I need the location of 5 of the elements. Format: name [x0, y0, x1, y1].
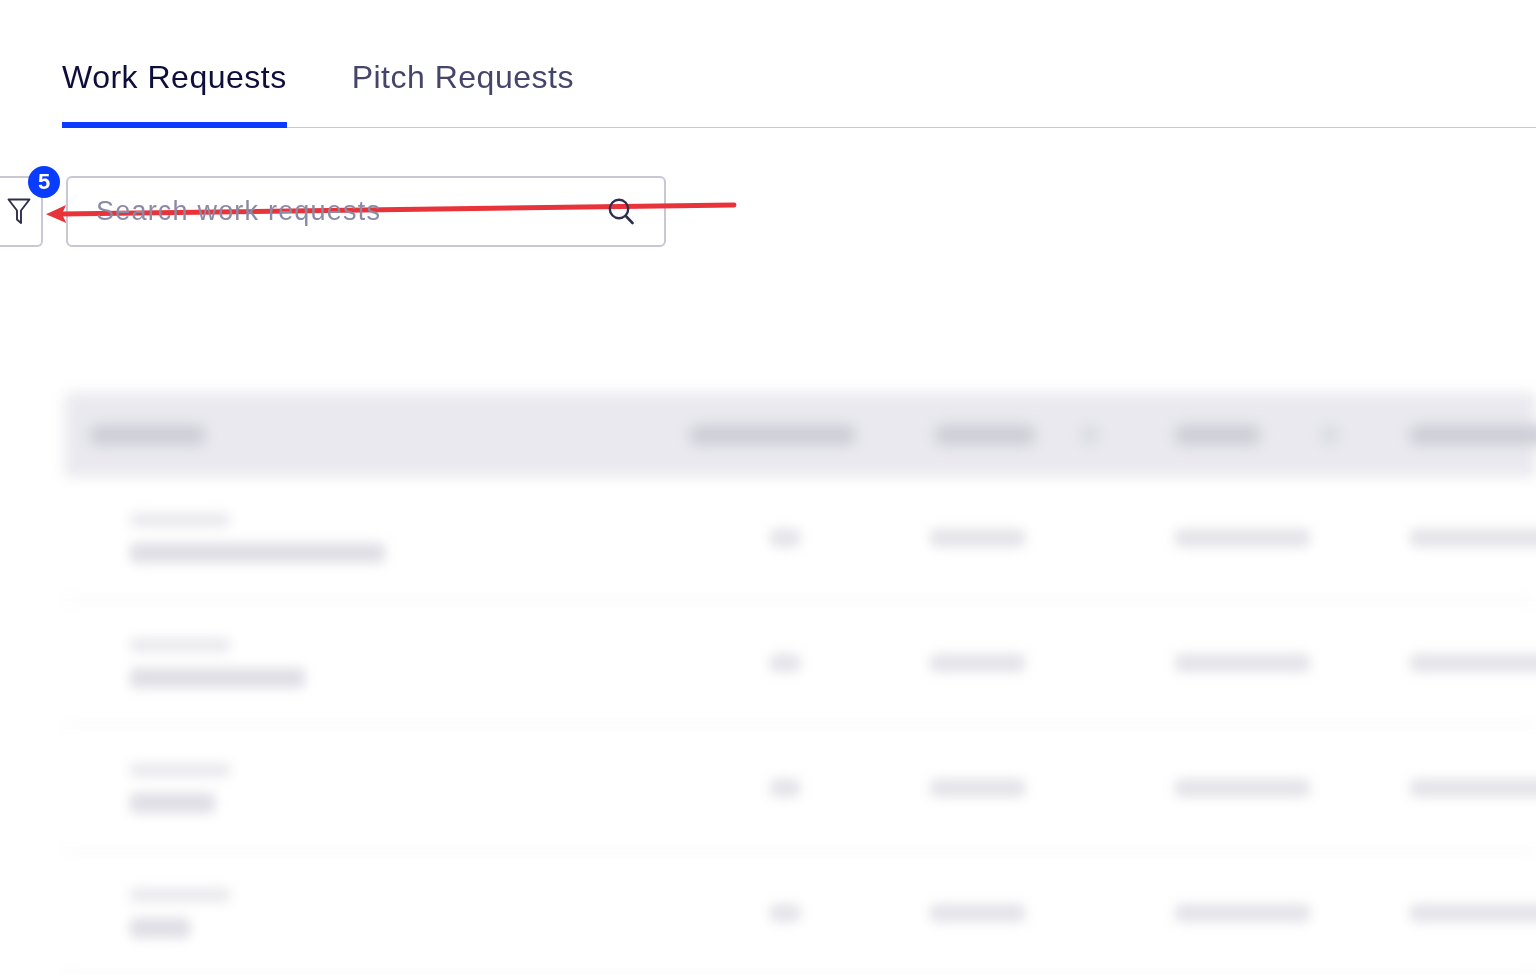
- tab[interactable]: Work Requests: [62, 56, 287, 128]
- search-icon: [608, 198, 634, 225]
- count-badge: 5: [28, 166, 60, 198]
- filter-icon: [7, 198, 31, 225]
- tab[interactable]: Pitch Requests: [351, 56, 574, 128]
